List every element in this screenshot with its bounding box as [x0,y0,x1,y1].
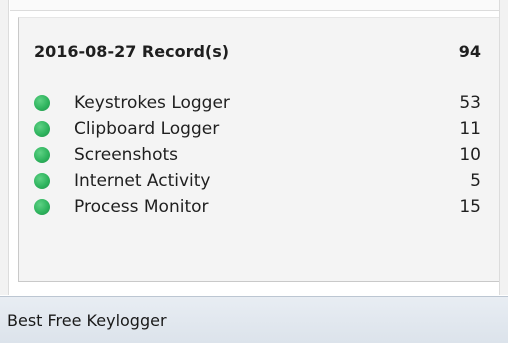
left-frame-edge [0,0,9,295]
record-label: Screenshots [74,145,179,165]
records-summary-panel: 2016-08-27 Record(s) 94 Keystrokes Logge… [18,17,499,282]
status-dot-icon [34,147,50,163]
record-label: Process Monitor [74,197,209,217]
record-item-clipboard-logger[interactable]: Clipboard Logger 11 [34,116,481,142]
summary-total: 94 [458,41,481,61]
status-dot-icon [34,199,50,215]
record-item-keystrokes-logger[interactable]: Keystrokes Logger 53 [34,90,481,116]
record-label: Internet Activity [74,171,211,191]
record-count: 10 [459,145,481,165]
right-frame-edge [499,0,508,295]
summary-header: 2016-08-27 Record(s) 94 [34,40,481,62]
record-label: Keystrokes Logger [74,93,230,113]
record-item-process-monitor[interactable]: Process Monitor 15 [34,194,481,220]
record-label: Clipboard Logger [74,119,220,139]
status-dot-icon [34,95,50,111]
record-count: 5 [470,171,481,191]
record-item-internet-activity[interactable]: Internet Activity 5 [34,168,481,194]
record-count: 53 [459,93,481,113]
status-bar-text: Best Free Keylogger [7,310,167,330]
status-dot-icon [34,121,50,137]
record-count: 15 [459,197,481,217]
top-frame-strip [10,0,500,11]
status-bar: Best Free Keylogger [0,296,508,343]
summary-title: 2016-08-27 Record(s) [34,41,230,61]
record-item-screenshots[interactable]: Screenshots 10 [34,142,481,168]
record-count: 11 [459,119,481,139]
records-list: Keystrokes Logger 53 Clipboard Logger 11… [34,90,481,220]
status-dot-icon [34,173,50,189]
